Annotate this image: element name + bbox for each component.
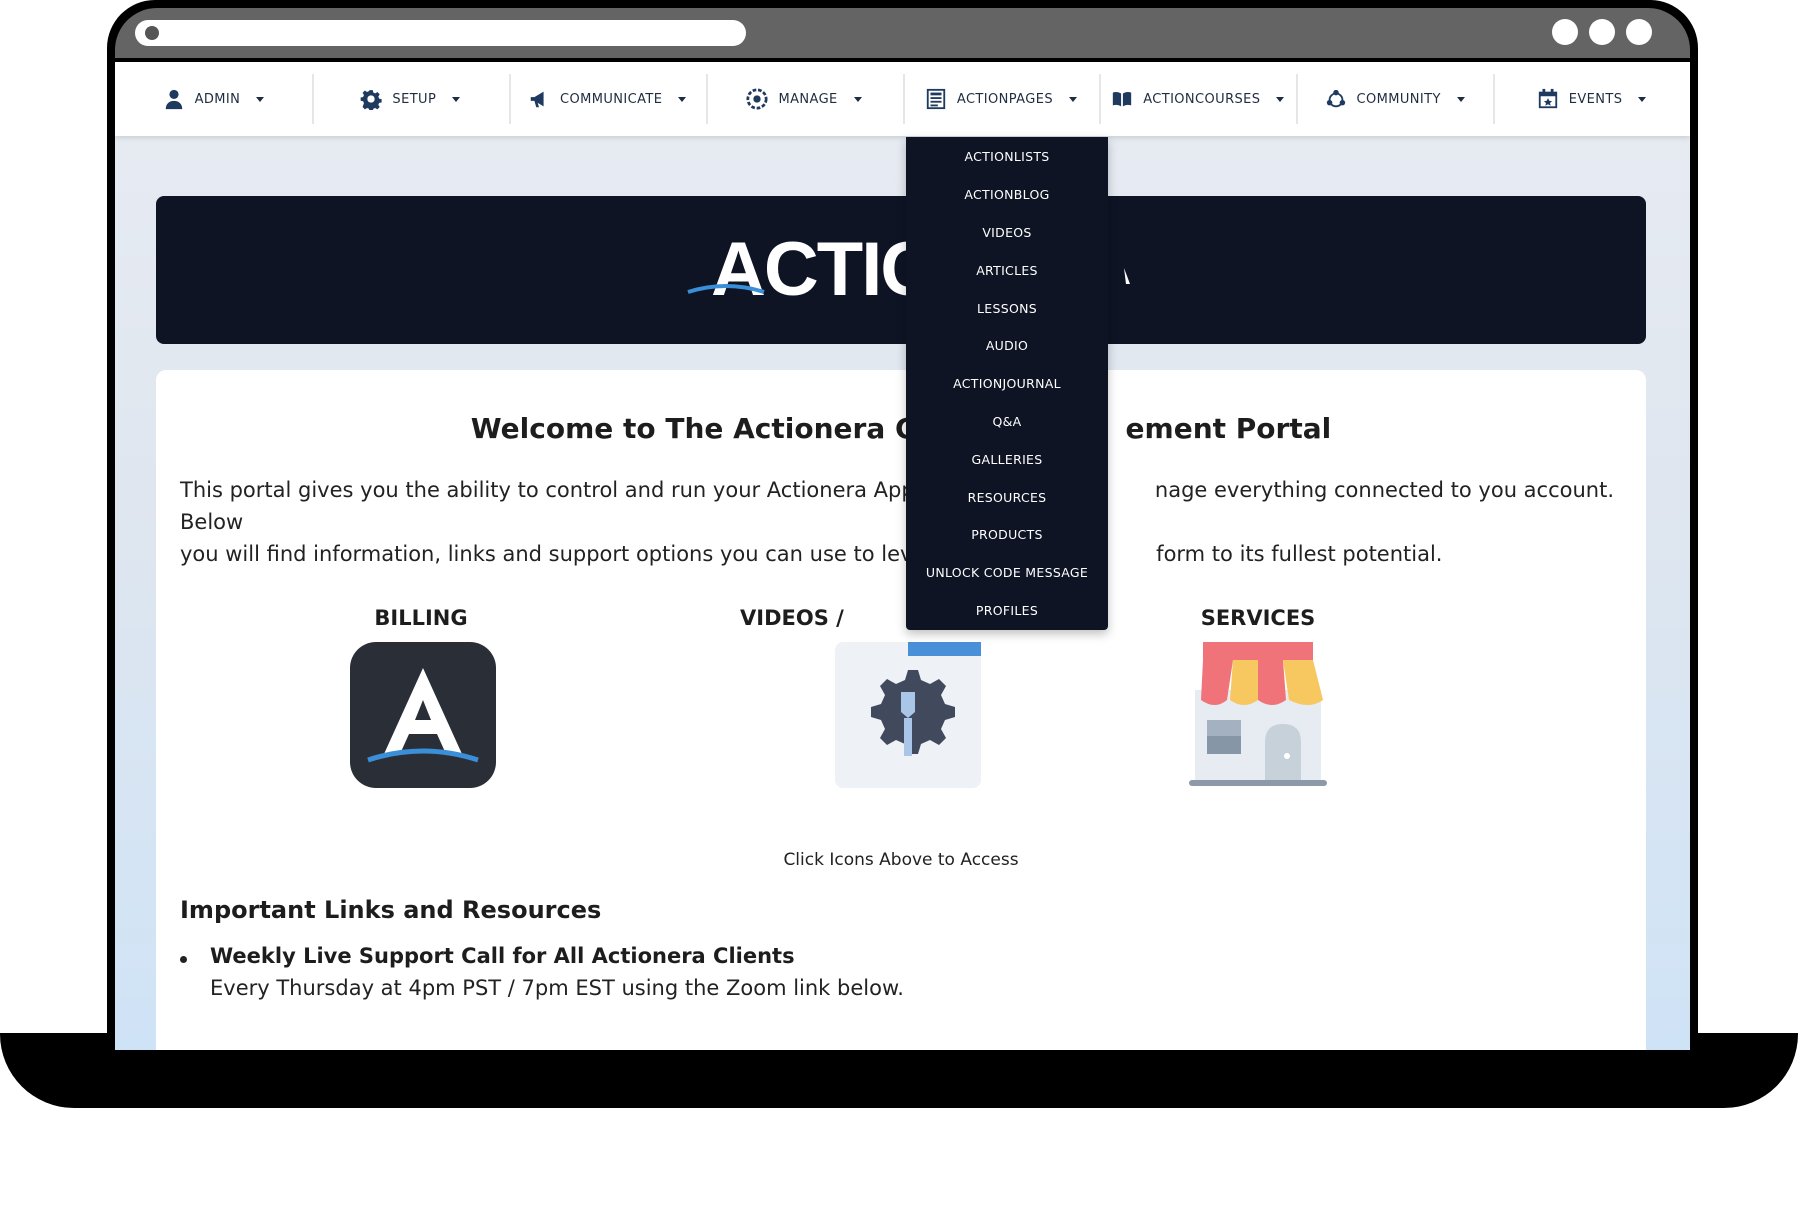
nav-label: ADMIN: [194, 91, 241, 107]
content-card: Welcome to The Actionera C ement Portal T…: [156, 370, 1646, 1050]
nav-label: COMMUNICATE: [560, 91, 663, 107]
nav-label: SETUP: [392, 91, 437, 107]
user-icon: [163, 88, 185, 110]
dropdown-item-products[interactable]: PRODUCTS: [906, 516, 1108, 554]
nav-label: ACTIONPAGES: [956, 91, 1053, 107]
dropdown-item-articles[interactable]: ARTICLES: [906, 251, 1108, 289]
dropdown-item-unlock-code-message[interactable]: UNLOCK CODE MESSAGE: [906, 554, 1108, 592]
caret-down-icon: [678, 96, 687, 102]
browser-toolbar: [115, 8, 1690, 58]
logo-swoosh-icon: [687, 284, 765, 294]
bullet-dot: [180, 956, 187, 963]
welcome-heading-right: ement Portal: [1125, 412, 1332, 445]
nav-events[interactable]: EVENTS: [1493, 62, 1690, 136]
dropdown-item-actionjournal[interactable]: ACTIONJOURNAL: [906, 365, 1108, 403]
nav-communicate[interactable]: COMMUNICATE: [508, 62, 706, 136]
nav-actioncourses[interactable]: ACTIONCOURSES: [1099, 62, 1296, 136]
gear-icon: [360, 88, 383, 110]
book-icon: [1111, 88, 1133, 110]
dropdown-item-audio[interactable]: AUDIO: [906, 327, 1108, 365]
intro-text: you will find information, links and sup…: [180, 542, 961, 566]
community-icon: [1325, 88, 1347, 110]
dropdown-item-galleries[interactable]: GALLERIES: [906, 440, 1108, 478]
actionera-logo-icon: [350, 642, 496, 788]
welcome-heading-left: Welcome to The Actionera C: [470, 412, 916, 445]
megaphone-icon: [528, 88, 550, 110]
address-bar-dot: [145, 26, 159, 40]
click-hint: Click Icons Above to Access: [783, 850, 1019, 870]
caret-down-icon: [1276, 96, 1285, 102]
brand-banner: ACTIC: [156, 196, 1646, 344]
nav-label: COMMUNITY: [1356, 91, 1441, 107]
calendar-icon: [1537, 88, 1559, 110]
caret-down-icon: [256, 96, 265, 102]
actionpages-dropdown: ACTIONLISTS ACTIONBLOG VIDEOS ARTICLES L…: [906, 137, 1108, 630]
services-tile[interactable]: [1185, 642, 1331, 788]
intro-text: This portal gives you the ability to con…: [180, 478, 961, 502]
storefront-icon: [1189, 642, 1327, 786]
caret-down-icon: [1068, 96, 1077, 102]
caret-down-icon: [853, 96, 862, 102]
links-heading: Important Links and Resources: [180, 896, 602, 924]
dropdown-item-profiles[interactable]: PROFILES: [906, 592, 1108, 630]
intro-paragraph: This portal gives you the ability to con…: [180, 474, 1630, 570]
dropdown-item-videos[interactable]: VIDEOS: [906, 214, 1108, 252]
nav-manage[interactable]: MANAGE: [705, 62, 903, 136]
dropdown-item-qa[interactable]: Q&A: [906, 403, 1108, 441]
nav-community[interactable]: COMMUNITY: [1296, 62, 1493, 136]
welcome-heading: Welcome to The Actionera C ement Portal: [156, 412, 1646, 445]
nav-actionpages[interactable]: ACTIONPAGES: [902, 62, 1100, 136]
cog-circle-icon: [746, 88, 769, 110]
nav-setup[interactable]: SETUP: [311, 62, 509, 136]
window-button[interactable]: [1626, 19, 1652, 45]
tile-title-billing: BILLING: [374, 606, 468, 630]
page-icon: [925, 88, 947, 110]
tile-title-services: SERVICES: [1200, 606, 1316, 630]
window-button[interactable]: [1552, 19, 1578, 45]
address-bar[interactable]: [135, 20, 746, 46]
billing-tile[interactable]: [350, 642, 496, 788]
caret-down-icon: [1456, 96, 1465, 102]
caret-down-icon: [1638, 96, 1647, 102]
logo-fragment-icon: [1124, 268, 1130, 284]
wrench-gear-icon: [835, 642, 981, 788]
window-controls: [1552, 19, 1652, 45]
dropdown-item-lessons[interactable]: LESSONS: [906, 289, 1108, 327]
support-call-details: Every Thursday at 4pm PST / 7pm EST usin…: [210, 976, 904, 1000]
window-button[interactable]: [1589, 19, 1615, 45]
dropdown-item-actionblog[interactable]: ACTIONBLOG: [906, 176, 1108, 214]
videos-tile[interactable]: [835, 642, 981, 788]
nav-label: EVENTS: [1568, 91, 1623, 107]
dropdown-item-resources[interactable]: RESOURCES: [906, 478, 1108, 516]
intro-text: form to its fullest potential.: [1156, 542, 1443, 566]
nav-admin[interactable]: ADMIN: [115, 62, 312, 136]
app-screen: ADMIN SETUP COMMUNICATE MANAGE ACTIONPAG…: [115, 62, 1690, 1050]
nav-label: MANAGE: [778, 91, 838, 107]
brand-logo-text: ACTIC: [711, 227, 935, 312]
support-call-heading: Weekly Live Support Call for All Actione…: [210, 944, 795, 968]
caret-down-icon: [452, 96, 461, 102]
nav-label: ACTIONCOURSES: [1143, 91, 1261, 107]
dropdown-item-actionlists[interactable]: ACTIONLISTS: [906, 138, 1108, 176]
top-nav: ADMIN SETUP COMMUNICATE MANAGE ACTIONPAG…: [115, 62, 1690, 136]
